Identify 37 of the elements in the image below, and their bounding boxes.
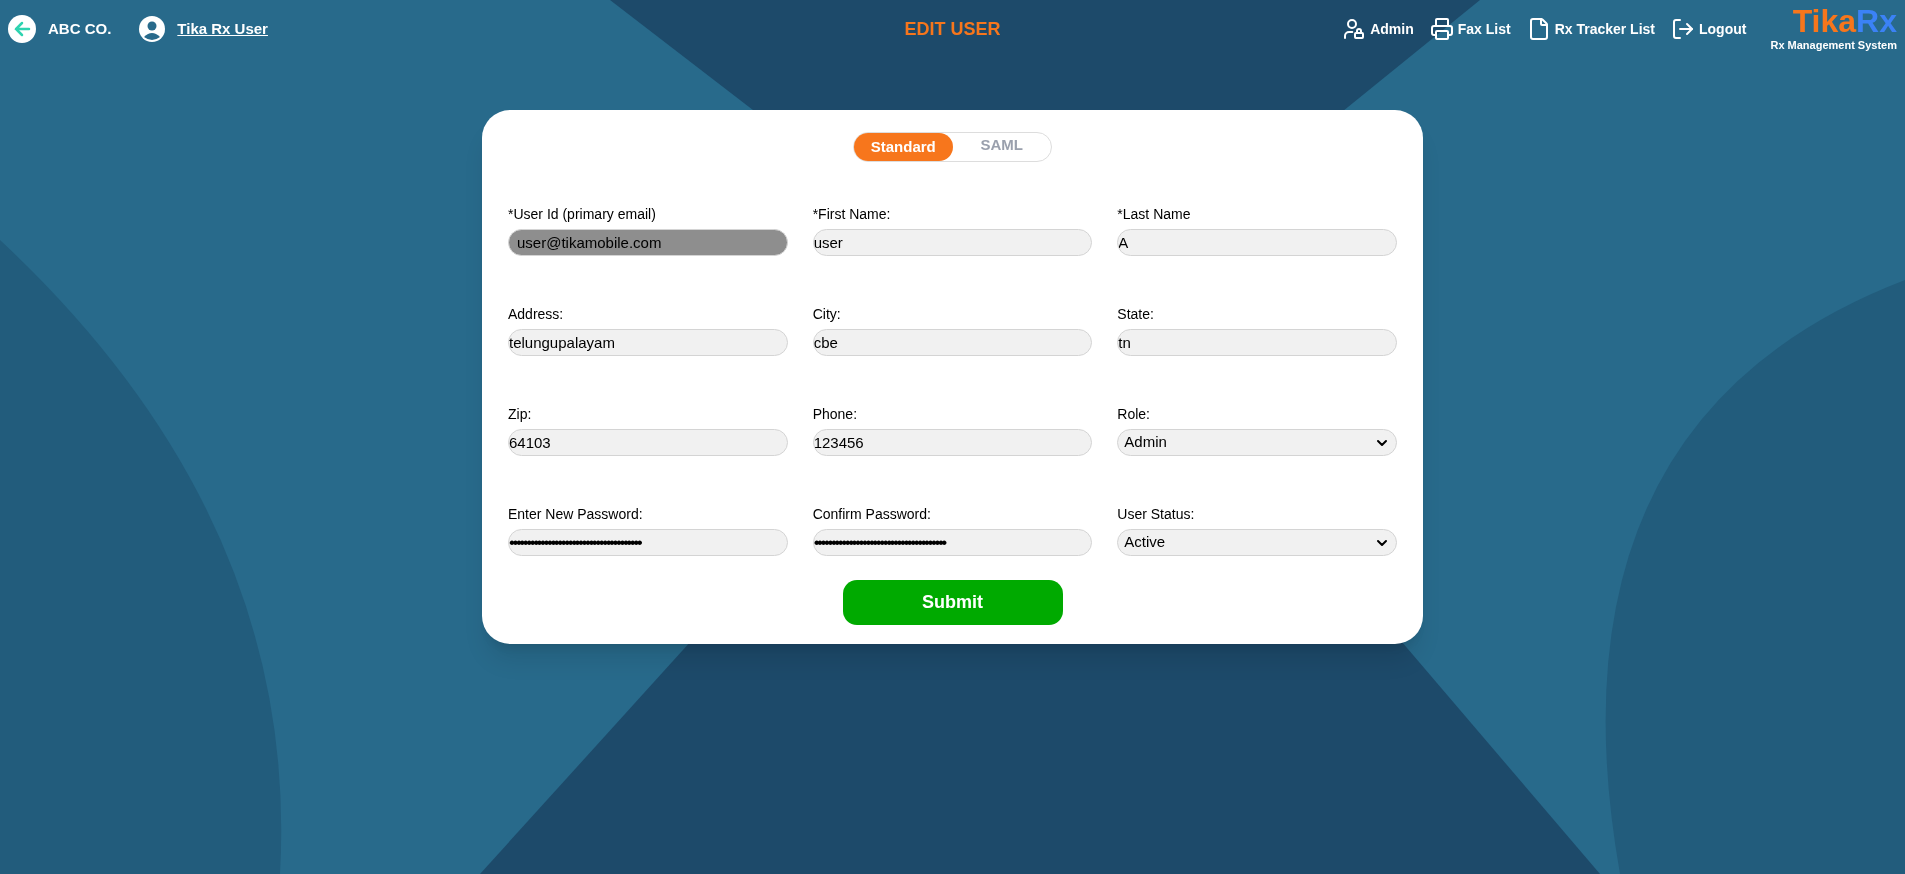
- field-label: *Last Name: [1117, 205, 1192, 224]
- nav-link[interactable]: Logout: [1671, 17, 1747, 41]
- field-label: *First Name:: [812, 205, 892, 224]
- nav-link[interactable]: Admin: [1342, 17, 1414, 41]
- field-label: Phone:: [812, 405, 859, 424]
- field-label: Confirm Password:: [812, 505, 932, 524]
- input-field[interactable]: 64103: [508, 429, 788, 456]
- field-label: Enter New Password:: [508, 505, 644, 524]
- password-field[interactable]: ••••••••••••••••••••••••••••••••••••••: [812, 529, 1093, 556]
- logo: TikaRx: [1792, 4, 1897, 37]
- input-field[interactable]: tn: [1117, 329, 1397, 356]
- field-label: State:: [1117, 305, 1155, 324]
- field-label: *User Id (primary email): [508, 205, 657, 224]
- logo-subtitle: Rx Management System: [1770, 37, 1897, 53]
- dropdown[interactable]: Active: [1117, 529, 1397, 556]
- nav-link[interactable]: Rx Tracker List: [1526, 17, 1655, 41]
- field-label: Address:: [508, 305, 565, 324]
- arrow-left-icon: [12, 19, 32, 39]
- input-field[interactable]: 123456: [812, 429, 1093, 456]
- input-field[interactable]: telungupalayam: [508, 329, 788, 356]
- input-field[interactable]: user: [812, 229, 1093, 256]
- field-label: City:: [812, 305, 842, 324]
- field-label: Role:: [1117, 405, 1151, 424]
- field-label: User Status:: [1117, 505, 1196, 524]
- nav-icon: [1671, 17, 1695, 41]
- dropdown[interactable]: Admin: [1117, 429, 1397, 456]
- input-field[interactable]: A: [1117, 229, 1397, 256]
- page-title: EDIT USER: [904, 17, 1001, 41]
- nav-icon: [1429, 17, 1454, 41]
- nav-link[interactable]: Fax List: [1429, 17, 1511, 41]
- password-field[interactable]: ••••••••••••••••••••••••••••••••••••••: [508, 529, 788, 556]
- nav-icon: [1342, 17, 1367, 41]
- input-field[interactable]: cbe: [812, 329, 1093, 356]
- field-label: Zip:: [508, 405, 533, 424]
- company-name: ABC CO.: [48, 18, 112, 39]
- user-avatar-icon: [139, 16, 166, 42]
- user-link[interactable]: Tika Rx User: [177, 17, 268, 41]
